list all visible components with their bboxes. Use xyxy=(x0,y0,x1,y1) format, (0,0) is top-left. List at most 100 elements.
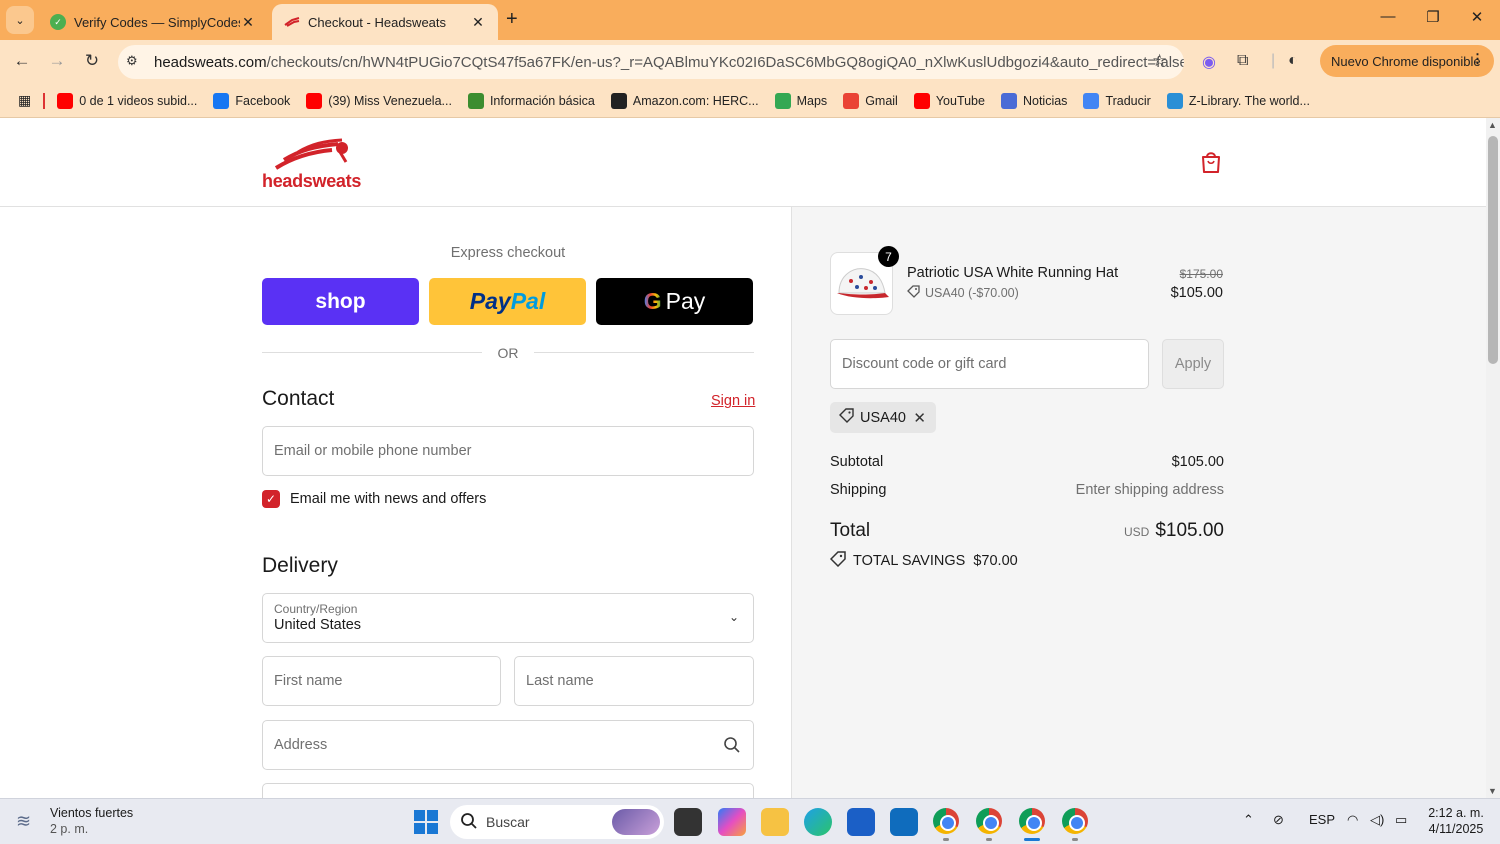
total-label: Total xyxy=(830,520,871,541)
google-pay-button[interactable]: G Pay xyxy=(596,278,753,325)
chrome-profile-4-icon[interactable] xyxy=(1062,808,1088,834)
headsweats-logo[interactable]: headsweats xyxy=(262,138,362,191)
email-field[interactable]: Email or mobile phone number xyxy=(262,426,754,476)
wifi-icon[interactable]: ◠ xyxy=(1347,812,1358,828)
wind-weather-icon[interactable]: ≋ xyxy=(16,811,31,832)
applied-code-chip: USA40 ✕ xyxy=(830,402,936,433)
remove-code-icon[interactable]: ✕ xyxy=(913,409,926,427)
bookmark-item[interactable]: 0 de 1 videos subid... xyxy=(57,92,197,109)
scroll-down-icon[interactable]: ▼ xyxy=(1488,786,1497,796)
profile-avatar-icon[interactable]: ◐ xyxy=(1288,52,1298,70)
applied-code-label: USA40 xyxy=(860,409,906,426)
sign-in-link[interactable]: Sign in xyxy=(711,393,755,409)
google-pay-label: Pay xyxy=(665,288,706,314)
bookmark-item[interactable]: Noticias xyxy=(1000,92,1067,109)
bookmark-item[interactable]: Gmail xyxy=(843,92,898,109)
forward-icon[interactable]: → xyxy=(45,51,69,71)
email-placeholder: Email or mobile phone number xyxy=(274,443,472,459)
weather-title[interactable]: Vientos fuertes xyxy=(50,806,133,820)
close-tab-icon[interactable]: ✕ xyxy=(470,14,486,31)
minimize-icon[interactable]: — xyxy=(1373,8,1403,25)
taskbar-search-label: Buscar xyxy=(486,814,530,830)
extensions-puzzle-icon[interactable]: ⧉ xyxy=(1237,52,1248,70)
scrollbar-thumb[interactable] xyxy=(1488,136,1498,364)
reload-icon[interactable]: ↻ xyxy=(80,51,104,71)
checkout-form: Express checkout shop Pay Pal G Pay OR Con… xyxy=(0,207,791,798)
bookmark-item[interactable]: Facebook xyxy=(213,92,290,109)
first-name-placeholder: First name xyxy=(274,673,343,689)
bookmark-star-icon[interactable]: ☆ xyxy=(1152,51,1167,71)
address-line2-field[interactable] xyxy=(262,783,754,798)
chrome-profile-3-icon[interactable] xyxy=(1019,808,1045,834)
chrome-profile-1-icon[interactable] xyxy=(933,808,959,834)
scroll-up-icon[interactable]: ▲ xyxy=(1488,120,1497,130)
close-window-icon[interactable]: ✕ xyxy=(1462,8,1492,26)
discount-code-input[interactable]: Discount code or gift card xyxy=(830,339,1149,389)
chevron-up-icon[interactable]: ⌃ xyxy=(1243,812,1254,828)
bookmark-label: Gmail xyxy=(865,93,898,108)
shipping-label: Shipping xyxy=(830,482,887,498)
chrome-profile-2-icon[interactable] xyxy=(976,808,1002,834)
update-label: Nuevo Chrome disponible xyxy=(1331,53,1481,69)
microsoft-store-icon[interactable] xyxy=(847,808,875,836)
apps-grid-icon[interactable]: ▦ xyxy=(18,92,31,109)
bookmark-item[interactable]: Maps xyxy=(774,92,827,109)
bookmark-item[interactable]: YouTube xyxy=(913,92,985,109)
youtube-icon xyxy=(306,92,323,109)
site-info-icon[interactable]: ⚙ xyxy=(126,53,138,69)
bookmark-item[interactable]: Información básica xyxy=(467,92,595,109)
bookmark-item[interactable]: (39) Miss Venezuela... xyxy=(306,92,452,109)
bookmark-item[interactable]: Traducir xyxy=(1083,92,1151,109)
outlook-icon[interactable] xyxy=(890,808,918,836)
page-scrollbar[interactable]: ▲ ▼ xyxy=(1486,118,1500,798)
tab-verify-codes[interactable]: ✓ Verify Codes — SimplyCodes ✕ xyxy=(38,4,268,40)
chrome-update-button[interactable]: Nuevo Chrome disponible ⋮ xyxy=(1320,45,1494,77)
task-view-icon[interactable] xyxy=(674,808,702,836)
windows-taskbar: ≋ Vientos fuertes 2 p. m. Buscar ⌃ ⊘ ESP… xyxy=(0,798,1500,844)
toolbar-divider: | xyxy=(1271,52,1276,69)
address-field[interactable]: Address xyxy=(262,720,754,770)
cart-bag-icon[interactable] xyxy=(1200,150,1222,174)
address-bar[interactable]: headsweats.com/checkouts/cn/hWN4tPUGio7C… xyxy=(118,45,1184,79)
notifications-off-icon[interactable]: ⊘ xyxy=(1273,812,1284,828)
system-clock[interactable]: 2:12 a. m. 4/11/2025 xyxy=(1418,805,1494,837)
chevron-down-icon: ⌄ xyxy=(728,610,739,624)
checkout-page: headsweats Express checkout shop Pay Pal … xyxy=(0,118,1486,798)
windows-start-icon[interactable] xyxy=(414,810,438,834)
google-g-icon: G xyxy=(643,288,662,314)
language-indicator[interactable]: ESP xyxy=(1309,812,1335,827)
weather-subtitle: 2 p. m. xyxy=(50,822,89,836)
extension-simplycodes-icon[interactable]: ◉ xyxy=(1202,52,1216,72)
tab-checkout[interactable]: Checkout - Headsweats ✕ xyxy=(272,4,498,40)
taskbar-search[interactable]: Buscar xyxy=(450,805,664,839)
shop-pay-button[interactable]: shop xyxy=(262,278,419,325)
running-indicator xyxy=(1072,838,1078,841)
copilot-icon[interactable] xyxy=(718,808,746,836)
tab-search-button[interactable]: ⌄ xyxy=(6,6,34,34)
newsletter-checkbox[interactable]: ✓ xyxy=(262,490,280,508)
bookmark-item[interactable]: Amazon.com: HERC... xyxy=(610,92,759,109)
total-amount: USD $105.00 xyxy=(1124,520,1224,542)
more-menu-icon[interactable]: ⋮ xyxy=(1471,51,1484,67)
first-name-field[interactable]: First name xyxy=(262,656,501,706)
subtotal-row: Subtotal $105.00 xyxy=(830,454,1224,470)
delivery-heading: Delivery xyxy=(262,554,338,577)
battery-icon[interactable]: ▭ xyxy=(1395,812,1407,828)
edge-icon[interactable] xyxy=(804,808,832,836)
new-tab-icon[interactable]: + xyxy=(506,8,518,31)
restore-icon[interactable]: ❐ xyxy=(1418,8,1448,26)
volume-icon[interactable]: ◁) xyxy=(1370,812,1384,828)
file-explorer-icon[interactable] xyxy=(761,808,789,836)
total-currency: USD xyxy=(1123,525,1150,539)
close-tab-icon[interactable]: ✕ xyxy=(240,14,256,31)
shipping-row: Shipping Enter shipping address xyxy=(830,482,1224,498)
last-name-field[interactable]: Last name xyxy=(514,656,754,706)
tag-icon xyxy=(839,408,854,427)
country-select[interactable]: Country/Region United States ⌄ xyxy=(262,593,754,643)
gmail-icon xyxy=(843,92,860,109)
back-icon[interactable]: ← xyxy=(10,51,34,71)
facebook-icon xyxy=(213,92,230,109)
bookmark-item[interactable]: Z-Library. The world... xyxy=(1166,92,1310,109)
paypal-button[interactable]: Pay Pal xyxy=(429,278,586,325)
apply-button[interactable]: Apply xyxy=(1162,339,1224,389)
